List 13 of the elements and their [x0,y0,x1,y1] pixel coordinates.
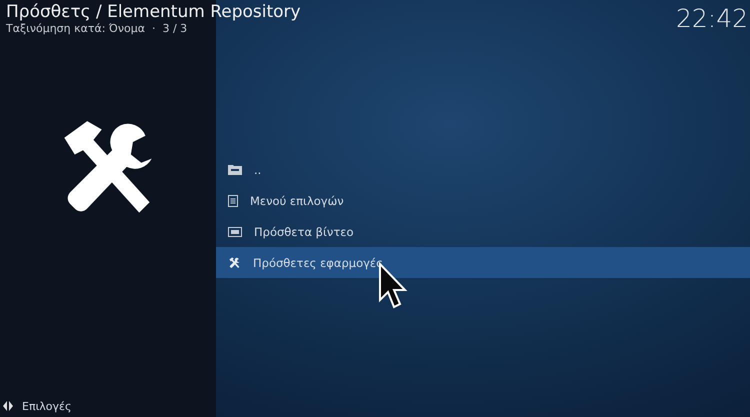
list-item[interactable]: .. [216,154,750,185]
folder-icon [228,164,242,175]
window-title: Πρόσθετς / Elementum Repository [6,2,301,22]
list-icon [228,194,238,206]
sort-label: Ταξινόμηση κατά: Όνομα · 3 / 3 [6,22,188,35]
list-item[interactable]: Πρόσθετες εφαρμογές [216,247,750,278]
options-label[interactable]: Επιλογές [22,400,72,412]
list-item[interactable]: Μενού επιλογών [216,185,750,216]
list-item[interactable]: Πρόσθετα βίντεο [216,216,750,247]
film-icon [228,226,242,236]
clock: 22:42 [676,3,748,35]
tools-icon [228,256,241,268]
options-icon[interactable] [2,400,14,412]
